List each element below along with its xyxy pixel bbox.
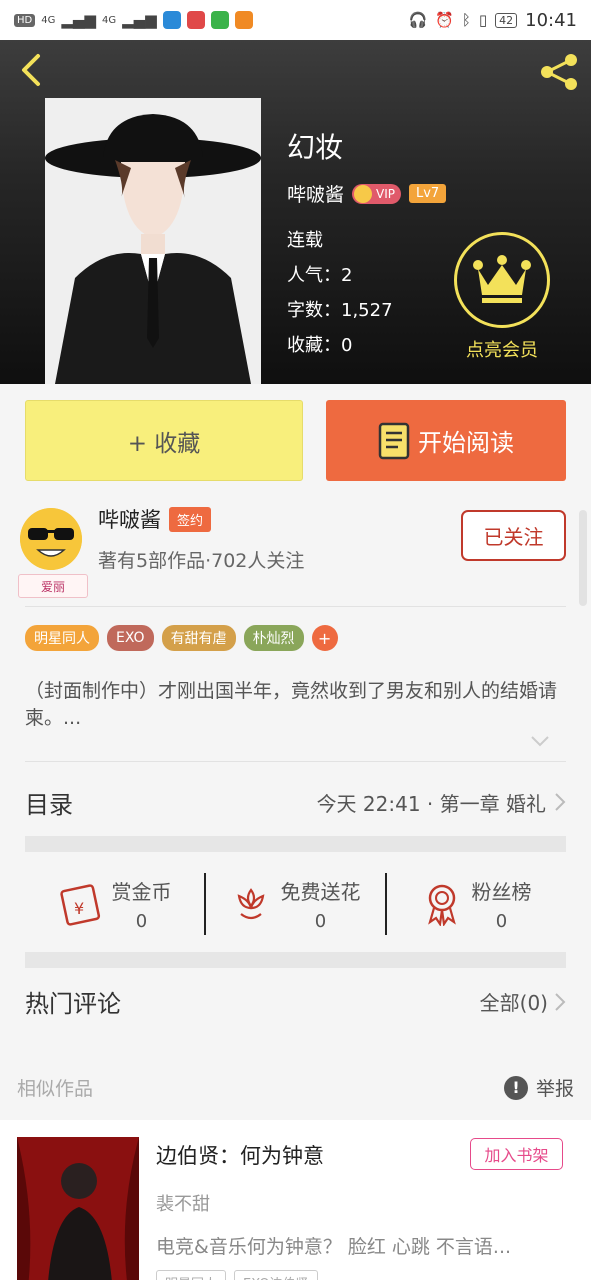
chevron-down-icon[interactable]	[530, 734, 550, 748]
book-favorites: 收藏：0	[287, 335, 353, 356]
similar-work-title[interactable]: 边伯贤：何为钟意	[156, 1140, 324, 1170]
member-button[interactable]	[454, 232, 550, 328]
book-word-count: 字数：1,527	[287, 300, 393, 321]
medal-icon	[427, 884, 456, 926]
similar-work-author: 裴不甜	[156, 1194, 210, 1215]
member-label[interactable]: 点亮会员	[450, 336, 554, 362]
tag-chip[interactable]: EXO	[107, 625, 154, 651]
book-detail: + 收藏 开始阅读 爱丽 哔啵酱 签约 著有5部作品·702人关注 已关注 明星…	[0, 384, 591, 1280]
app-notification-icon	[210, 11, 229, 29]
book-cover[interactable]	[45, 98, 261, 384]
signal-4g-1: 4G	[41, 14, 56, 26]
tag-list: 明星同人 EXO 有甜有虐 朴灿烈 +	[25, 625, 338, 651]
app-notification-icon	[162, 11, 181, 29]
coin-icon	[354, 184, 373, 203]
tag-chip[interactable]: 朴灿烈	[243, 625, 304, 651]
crown-icon	[473, 255, 531, 303]
report-button[interactable]: ! 举报	[503, 1074, 574, 1101]
sunglasses-emoji-icon	[20, 508, 82, 570]
book-header: 幻妆 哔啵酱 VIP Lv7 连载 人气：2 字数：1,527 收藏：0 点亮会…	[0, 40, 591, 384]
bluetooth-icon: ᛒ	[461, 11, 471, 29]
similar-work-card[interactable]: 边伯贤：何为钟意 裴不甜 电竞&音乐何为钟意？ 脸红 心跳 不言语... 加入书…	[0, 1120, 591, 1280]
book-popularity: 人气：2	[287, 265, 353, 286]
level-badge: Lv7	[409, 184, 447, 203]
follow-button[interactable]: 已关注	[461, 510, 566, 561]
all-comments-link[interactable]: 全部(0)	[480, 987, 566, 1016]
start-reading-label: 开始阅读	[418, 429, 514, 457]
signal-4g-2: 4G	[101, 14, 117, 26]
divider	[25, 606, 566, 607]
similar-work-tag: EXO边伯贤	[234, 1270, 318, 1280]
stat-fan-ranking[interactable]: 粉丝榜 0	[387, 854, 566, 954]
app-notification-icon	[234, 11, 253, 29]
section-separator	[25, 836, 566, 852]
author-name-row: 哔啵酱 签约	[98, 504, 212, 534]
chevron-right-icon	[555, 793, 566, 811]
cover-illustration	[45, 98, 261, 384]
signal-bars-icon: ▂▄▆	[61, 11, 96, 29]
vibrate-icon: ▯	[478, 11, 488, 29]
author-block[interactable]: 爱丽 哔啵酱 签约 著有5部作品·702人关注 已关注	[16, 504, 576, 604]
author-name[interactable]: 哔啵酱	[98, 504, 161, 534]
similar-work-cover[interactable]	[17, 1137, 139, 1280]
avatar[interactable]	[20, 508, 82, 570]
table-of-contents-row[interactable]: 目录 今天 22:41 · 第一章 婚礼	[25, 782, 566, 822]
app-notification-icon	[186, 11, 205, 29]
tag-chip[interactable]: 明星同人	[25, 625, 99, 651]
signal-bars-icon: ▂▄▆	[122, 11, 157, 29]
avatar-badge: 爱丽	[18, 574, 88, 598]
red-envelope-icon: ¥	[59, 884, 100, 926]
add-to-shelf-button[interactable]: 加入书架	[470, 1138, 563, 1170]
book-author-row: 哔啵酱 VIP Lv7	[287, 180, 447, 207]
similar-work-tag: 明星同人	[156, 1270, 227, 1280]
add-tag-button[interactable]: +	[311, 625, 338, 651]
similar-works-label: 相似作品	[17, 1078, 94, 1100]
divider	[25, 761, 566, 762]
vip-badge: VIP	[352, 183, 401, 204]
toc-label: 目录	[25, 790, 73, 819]
back-icon[interactable]	[14, 52, 50, 88]
scrollbar[interactable]	[579, 510, 587, 606]
tag-chip[interactable]: 有甜有虐	[161, 625, 236, 651]
similar-work-tags: 明星同人 EXO边伯贤	[156, 1270, 318, 1280]
book-icon	[378, 422, 410, 459]
clock: 10:41	[525, 9, 577, 31]
battery-icon: 42	[495, 12, 518, 28]
status-bar: HD 4G ▂▄▆ 4G ▂▄▆ 🎧 ⏰ ᛒ ▯ 42 10:41	[0, 0, 591, 40]
hd-indicator: HD	[14, 13, 36, 27]
flower-icon	[237, 888, 264, 920]
headphones-icon: 🎧	[408, 11, 428, 29]
stat-free-flowers[interactable]: 免费送花 0	[206, 854, 385, 954]
stat-reward-coins[interactable]: ¥ 赏金币 0	[25, 854, 204, 954]
hot-comments-label: 热门评论	[25, 990, 121, 1018]
author-summary: 著有5部作品·702人关注	[98, 550, 305, 572]
toc-latest: 今天 22:41 · 第一章 婚礼	[317, 788, 566, 817]
book-description[interactable]: （封面制作中）才刚出国半年，竟然收到了男友和别人的结婚请柬。...	[25, 678, 566, 732]
similar-works-header: 相似作品 ! 举报	[17, 1074, 574, 1101]
hot-comments-row[interactable]: 热门评论 全部(0)	[25, 984, 566, 1019]
exclamation-icon: !	[503, 1075, 528, 1100]
support-stats: ¥ 赏金币 0 免费送花 0 粉丝榜 0	[25, 854, 566, 954]
book-title: 幻妆	[287, 131, 344, 164]
cover-illustration	[17, 1137, 139, 1280]
similar-work-description: 电竞&音乐何为钟意？ 脸红 心跳 不言语...	[156, 1236, 512, 1258]
book-author[interactable]: 哔啵酱	[287, 180, 344, 207]
share-icon[interactable]	[537, 50, 581, 94]
book-status: 连载	[287, 230, 323, 251]
chevron-right-icon	[555, 992, 566, 1011]
add-favorite-button[interactable]: + 收藏	[25, 400, 303, 481]
svg-text:¥: ¥	[74, 899, 84, 918]
start-reading-button[interactable]: 开始阅读	[326, 400, 566, 481]
alarm-icon: ⏰	[435, 11, 454, 29]
section-separator	[25, 952, 566, 968]
signed-badge: 签约	[169, 506, 212, 532]
